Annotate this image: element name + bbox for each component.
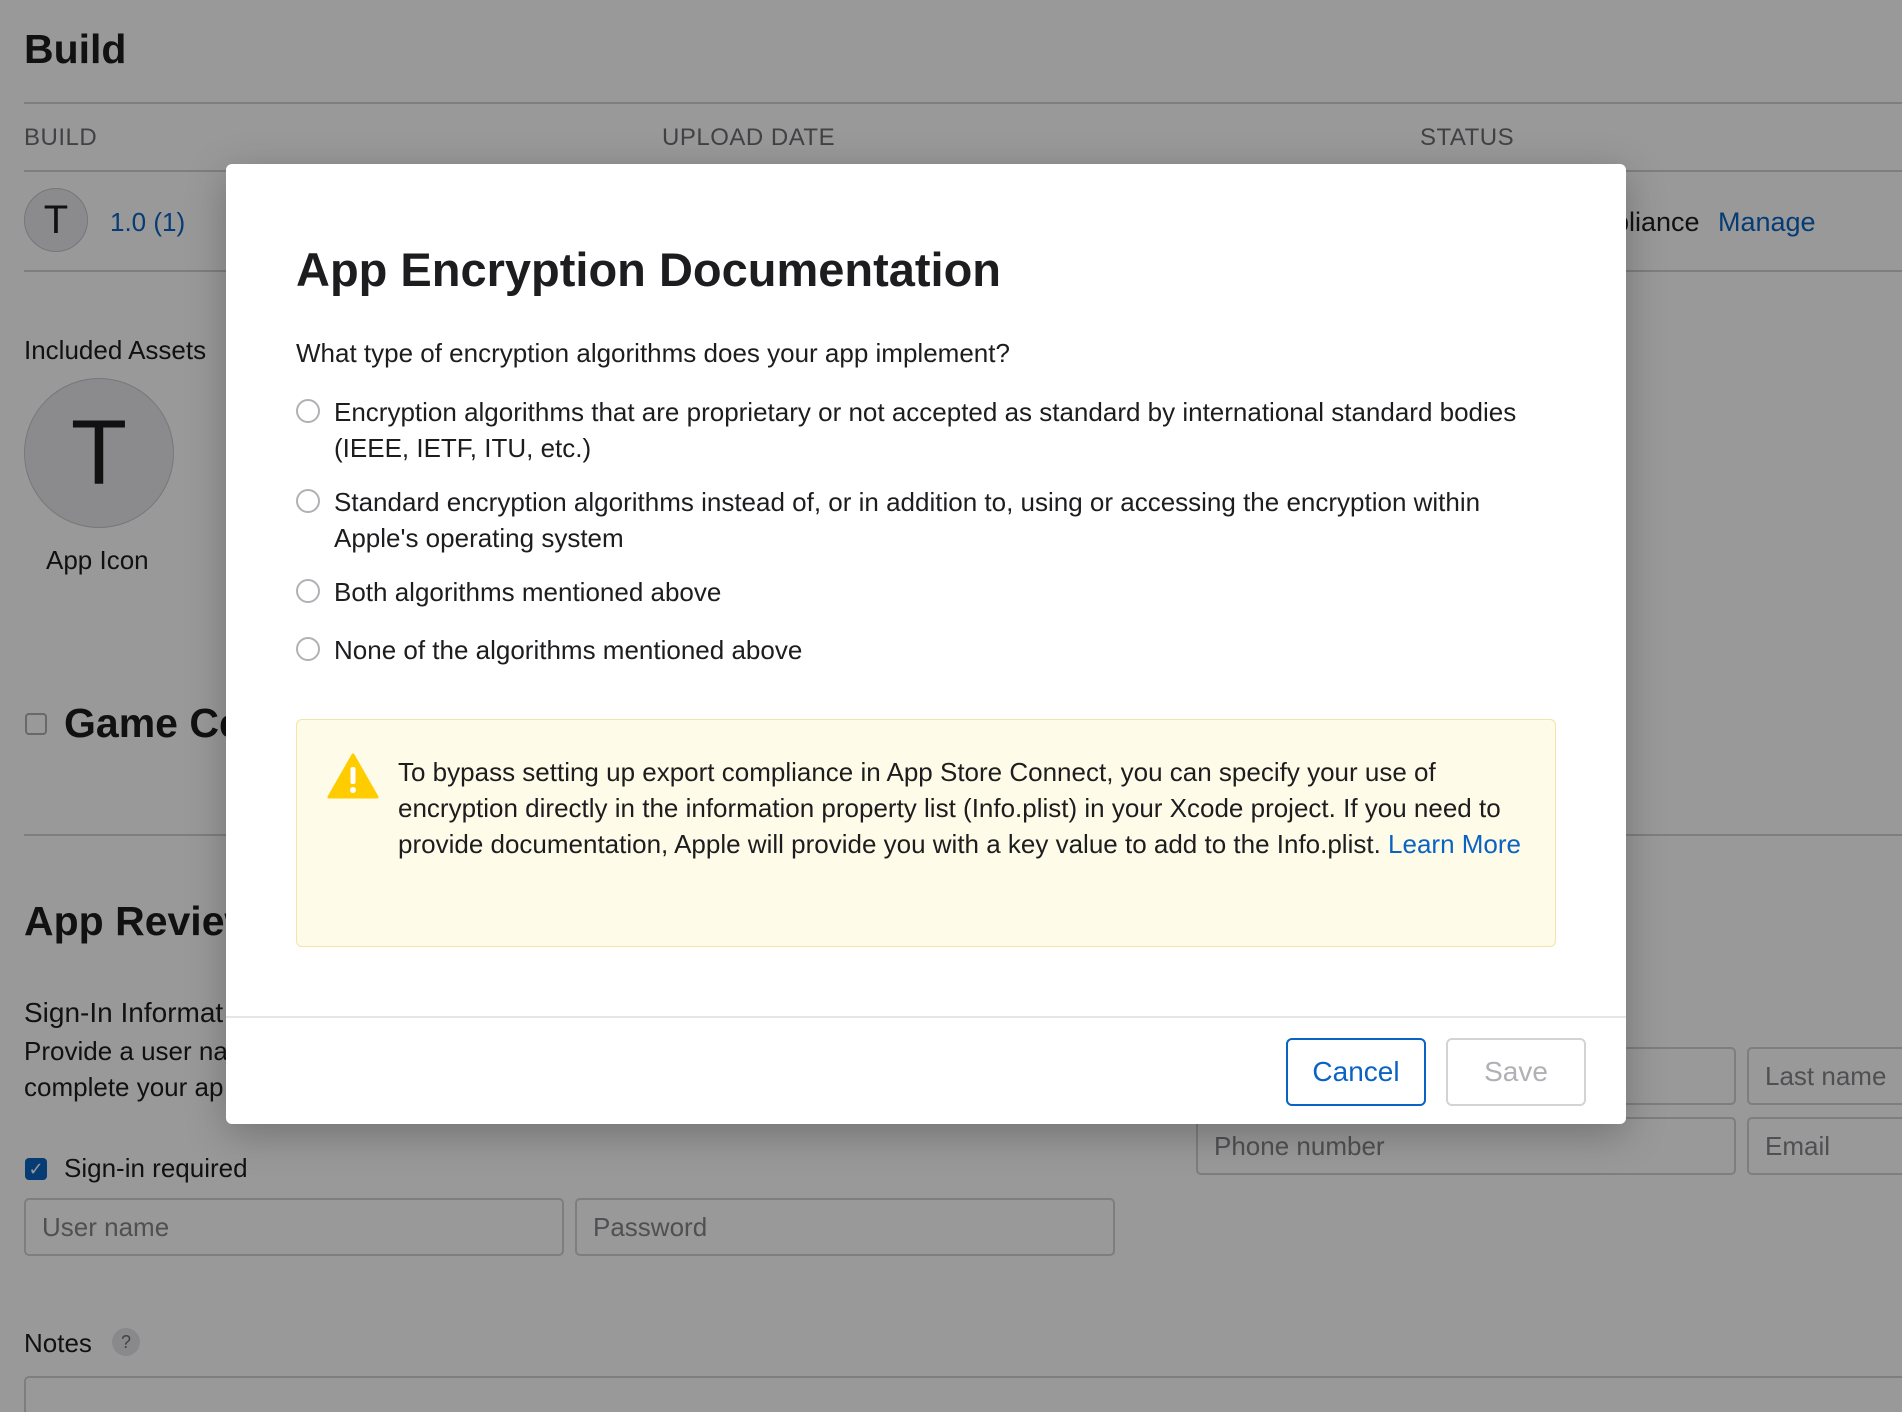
option-none[interactable]: None of the algorithms mentioned above [296, 632, 1556, 668]
encryption-modal: App Encryption Documentation What type o… [226, 164, 1626, 1124]
option-label: Encryption algorithms that are proprieta… [334, 397, 1517, 463]
warning-icon [327, 753, 379, 799]
option-proprietary[interactable]: Encryption algorithms that are proprieta… [296, 394, 1556, 466]
modal-title: App Encryption Documentation [296, 243, 1001, 296]
modal-question: What type of encryption algorithms does … [296, 338, 1010, 368]
learn-more-link[interactable]: Learn More [1388, 829, 1521, 859]
option-both[interactable]: Both algorithms mentioned above [296, 574, 1556, 610]
save-button[interactable]: Save [1446, 1038, 1586, 1106]
notice-body: To bypass setting up export compliance i… [398, 757, 1501, 859]
modal-footer-divider [226, 1016, 1626, 1018]
cancel-button[interactable]: Cancel [1286, 1038, 1426, 1106]
option-label: Standard encryption algorithms instead o… [334, 487, 1481, 553]
radio-button[interactable] [296, 489, 320, 513]
notice-text: To bypass setting up export compliance i… [398, 754, 1528, 862]
radio-button[interactable] [296, 579, 320, 603]
option-standard[interactable]: Standard encryption algorithms instead o… [296, 484, 1556, 556]
page: Build BUILD UPLOAD DATE STATUS T 1.0 (1)… [0, 0, 1902, 1412]
option-label: None of the algorithms mentioned above [334, 635, 803, 665]
option-label: Both algorithms mentioned above [334, 577, 722, 607]
export-compliance-notice: To bypass setting up export compliance i… [296, 719, 1556, 947]
radio-button[interactable] [296, 399, 320, 423]
radio-button[interactable] [296, 637, 320, 661]
